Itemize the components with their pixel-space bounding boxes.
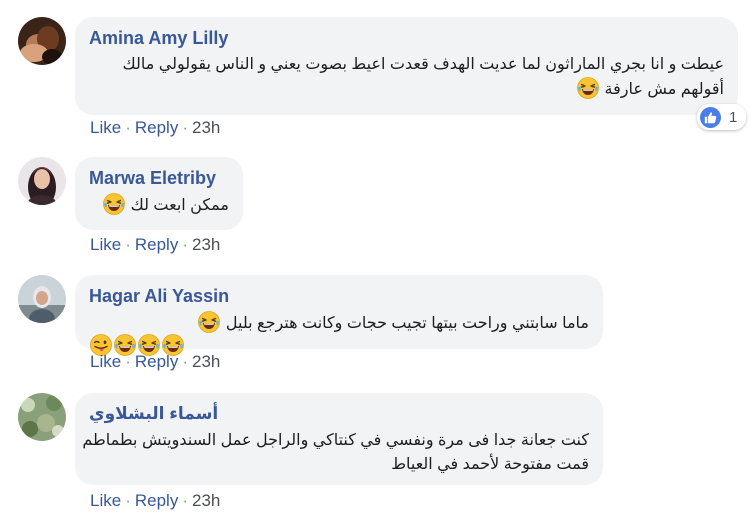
comment-timestamp[interactable]: 23h xyxy=(192,235,220,254)
comment-author[interactable]: أسماء البشلاوي xyxy=(89,403,589,425)
like-link[interactable]: Like xyxy=(90,235,121,254)
comment-author[interactable]: Amina Amy Lilly xyxy=(89,27,724,49)
comment-bubble: Hagar Ali Yassin ماما سابتني وراحت بيتها… xyxy=(75,275,603,349)
comment-text-line: كنت جعانة جدا فى مرة ونفسي في كنتاكي وال… xyxy=(82,432,589,449)
comment-timestamp[interactable]: 23h xyxy=(192,118,220,137)
separator-dot: · xyxy=(125,491,131,510)
laughing-tears-emoji xyxy=(103,193,125,215)
comment-timestamp[interactable]: 23h xyxy=(192,491,220,510)
comment-marwa: Marwa Eletriby ممكن ابعت لك Like · Reply · 2… xyxy=(18,157,755,257)
reply-link[interactable]: Reply xyxy=(135,491,178,510)
comment-text-line: ماما سابتني وراحت بيتها تجيب حجات وكانت … xyxy=(89,311,589,336)
comment-bubble: Amina Amy Lilly عيطت و انا بجري الماراثو… xyxy=(75,17,738,115)
avatar[interactable] xyxy=(18,275,66,323)
like-link[interactable]: Like xyxy=(90,491,121,510)
reply-link[interactable]: Reply xyxy=(135,352,178,371)
comment-text-line: عيطت و انا بجري الماراثون لما عديت الهدف… xyxy=(122,56,724,73)
comment-text-segment: ممكن ابعت لك xyxy=(130,197,229,214)
comment-hagar: Hagar Ali Yassin ماما سابتني وراحت بيتها… xyxy=(18,275,755,375)
reply-link[interactable]: Reply xyxy=(135,118,178,137)
reaction-count-pill[interactable]: 1 xyxy=(697,104,747,130)
comment-text-line: قمت مفتوحة لأحمد في العياط xyxy=(391,456,589,473)
separator-dot: · xyxy=(182,118,188,137)
comment-actions: Like · Reply · 23h xyxy=(90,235,220,255)
separator-dot: · xyxy=(125,352,131,371)
comment-author[interactable]: Hagar Ali Yassin xyxy=(89,285,589,307)
laughing-tears-emoji xyxy=(577,77,599,99)
comment-text-line: ممكن ابعت لك xyxy=(89,193,229,218)
reply-link[interactable]: Reply xyxy=(135,235,178,254)
avatar[interactable] xyxy=(18,17,66,65)
comment-text-segment: ماما سابتني وراحت بيتها تجيب حجات وكانت … xyxy=(225,315,589,332)
avatar[interactable] xyxy=(18,157,66,205)
comment-asmaa: أسماء البشلاوي كنت جعانة جدا فى مرة ونفس… xyxy=(18,393,755,511)
comment-amina: Amina Amy Lilly عيطت و انا بجري الماراثو… xyxy=(18,17,755,137)
comment-text-segment: أقولهم مش عارفة xyxy=(604,81,725,98)
avatar[interactable] xyxy=(18,393,66,441)
comment-timestamp[interactable]: 23h xyxy=(192,352,220,371)
like-thumb-icon xyxy=(700,106,721,128)
comment-text-line: أقولهم مش عارفة xyxy=(89,77,724,102)
reaction-count: 1 xyxy=(729,108,738,126)
separator-dot: · xyxy=(125,118,131,137)
like-link[interactable]: Like xyxy=(90,352,121,371)
comment-actions: Like · Reply · 23h xyxy=(90,491,220,511)
comment-author[interactable]: Marwa Eletriby xyxy=(89,167,229,189)
like-link[interactable]: Like xyxy=(90,118,121,137)
separator-dot: · xyxy=(182,352,188,371)
separator-dot: · xyxy=(182,491,188,510)
comment-actions: Like · Reply · 23h xyxy=(90,118,220,138)
separator-dot: · xyxy=(182,235,188,254)
comment-actions: Like · Reply · 23h xyxy=(90,352,220,372)
laughing-tears-emoji xyxy=(198,311,220,333)
comment-bubble: Marwa Eletriby ممكن ابعت لك xyxy=(75,157,243,230)
comment-bubble: أسماء البشلاوي كنت جعانة جدا فى مرة ونفس… xyxy=(75,393,603,485)
separator-dot: · xyxy=(125,235,131,254)
